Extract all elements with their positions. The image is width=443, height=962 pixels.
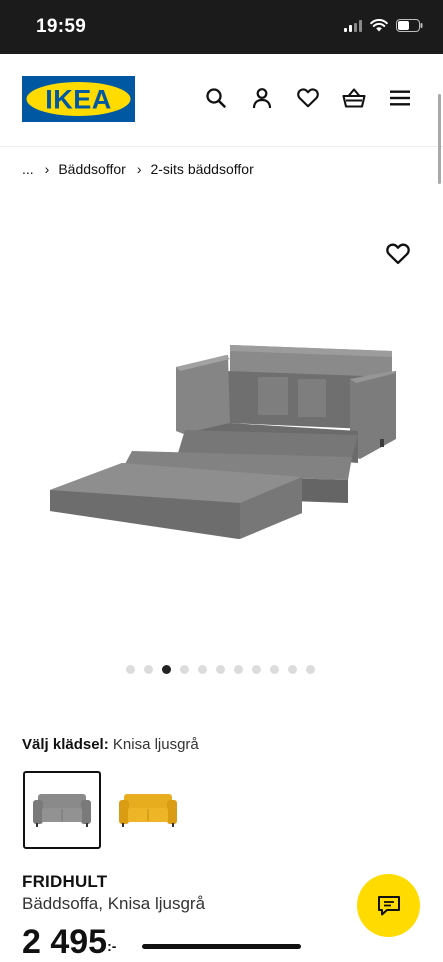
breadcrumb-item-2-seat-sofa-beds[interactable]: 2-sits bäddsoffor bbox=[150, 161, 253, 177]
gallery-dot[interactable] bbox=[252, 665, 261, 674]
status-icons bbox=[344, 18, 423, 38]
gallery-dot[interactable] bbox=[306, 665, 315, 674]
breadcrumb-ellipsis[interactable]: ... bbox=[22, 161, 34, 177]
fabric-value: Knisa ljusgrå bbox=[112, 736, 199, 753]
search-icon bbox=[206, 88, 226, 108]
gallery-dot[interactable] bbox=[234, 665, 243, 674]
battery-icon bbox=[396, 19, 423, 37]
account-button[interactable] bbox=[249, 85, 275, 111]
add-to-favourites-button[interactable] bbox=[386, 243, 410, 267]
price-value: 2 495 bbox=[22, 923, 108, 961]
basket-icon bbox=[342, 88, 366, 108]
product-image-sofa-bed bbox=[50, 345, 396, 539]
chat-button[interactable] bbox=[357, 874, 420, 937]
gallery-dot[interactable] bbox=[216, 665, 225, 674]
signal-icon bbox=[344, 19, 362, 37]
site-header: IKEA bbox=[0, 54, 443, 147]
fabric-swatch-light-grey[interactable] bbox=[23, 771, 101, 849]
menu-button[interactable] bbox=[387, 85, 413, 111]
heart-icon bbox=[386, 243, 410, 265]
product-name: FRIDHULT bbox=[22, 872, 108, 891]
product-description: Bäddsoffa, Knisa ljusgrå bbox=[22, 894, 206, 913]
product-price: 2 495 :- bbox=[22, 922, 116, 962]
search-button[interactable] bbox=[203, 85, 229, 111]
gallery-dot[interactable] bbox=[180, 665, 189, 674]
ikea-logo[interactable]: IKEA bbox=[22, 76, 135, 122]
sofa-thumbnail-yellow bbox=[119, 794, 177, 827]
gallery-dot-active[interactable] bbox=[162, 665, 171, 674]
home-indicator[interactable] bbox=[142, 944, 301, 949]
page-scrollbar[interactable] bbox=[438, 94, 441, 184]
breadcrumb-item-sofa-beds[interactable]: Bäddsoffor bbox=[58, 161, 125, 177]
gallery-pagination bbox=[126, 665, 315, 674]
breadcrumb-separator: › bbox=[44, 161, 50, 177]
logo-text: IKEA bbox=[45, 85, 112, 115]
gallery-dot[interactable] bbox=[144, 665, 153, 674]
gallery-dot[interactable] bbox=[270, 665, 279, 674]
status-time: 19:59 bbox=[36, 16, 87, 37]
heart-icon bbox=[297, 88, 319, 108]
menu-icon bbox=[390, 90, 410, 106]
gallery-dot[interactable] bbox=[126, 665, 135, 674]
fabric-label: Välj klädsel: bbox=[22, 736, 109, 753]
status-bar: 19:59 bbox=[0, 0, 443, 54]
chat-icon bbox=[377, 895, 400, 915]
gallery-dot[interactable] bbox=[198, 665, 207, 674]
gallery-dot[interactable] bbox=[288, 665, 297, 674]
fabric-swatch-yellow[interactable] bbox=[109, 771, 187, 849]
header-actions bbox=[203, 85, 413, 111]
user-icon bbox=[252, 88, 272, 109]
shopping-bag-button[interactable] bbox=[341, 85, 367, 111]
fabric-selector-label: Välj klädsel: Knisa ljusgrå bbox=[22, 736, 199, 753]
wifi-icon bbox=[370, 19, 388, 37]
breadcrumb: ... › Bäddsoffor › 2-sits bäddsoffor bbox=[22, 161, 254, 177]
sofa-thumbnail-grey bbox=[33, 794, 91, 827]
price-suffix: :- bbox=[107, 938, 117, 954]
breadcrumb-separator: › bbox=[136, 161, 142, 177]
favourites-button[interactable] bbox=[295, 85, 321, 111]
